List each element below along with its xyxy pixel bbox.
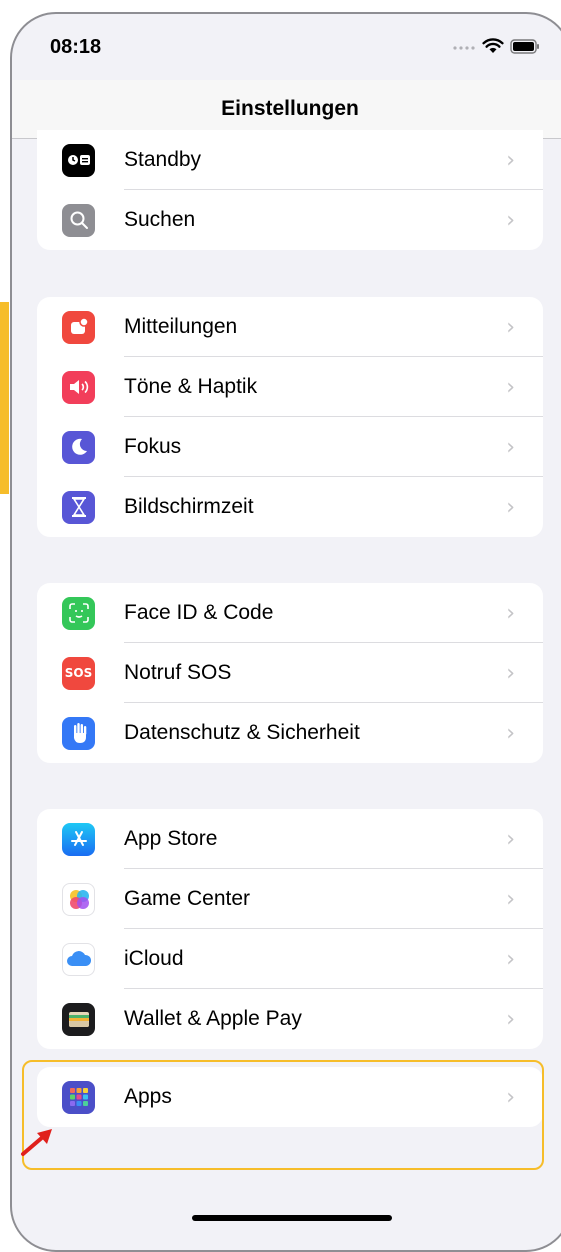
chevron-right-icon: › bbox=[506, 886, 515, 912]
row-label-notruf-sos: Notruf SOS bbox=[124, 661, 232, 684]
settings-row-icloud[interactable]: iCloud › bbox=[37, 929, 543, 989]
row-label-wallet: Wallet & Apple Pay bbox=[124, 1007, 302, 1030]
settings-row-datenschutz[interactable]: Datenschutz & Sicherheit › bbox=[37, 703, 543, 763]
search-icon bbox=[62, 203, 95, 237]
game-center-icon bbox=[62, 882, 95, 916]
page-title: Einstellungen bbox=[221, 97, 359, 120]
face-id-icon bbox=[62, 596, 95, 630]
settings-row-mitteilungen[interactable]: Mitteilungen › bbox=[37, 297, 543, 357]
settings-row-wallet[interactable]: Wallet & Apple Pay › bbox=[37, 989, 543, 1049]
status-time: 08:18 bbox=[50, 36, 102, 58]
status-bar: 08:18 bbox=[12, 14, 561, 80]
row-label-standby: Standby bbox=[124, 148, 202, 171]
icloud-icon bbox=[62, 942, 95, 976]
chevron-right-icon: › bbox=[506, 1006, 515, 1032]
chevron-right-icon: › bbox=[506, 946, 515, 972]
highlight-frame bbox=[22, 1060, 544, 1170]
notifications-icon bbox=[62, 310, 95, 344]
app-store-icon bbox=[62, 822, 95, 856]
cellular-icon bbox=[453, 46, 475, 50]
row-label-app-store: App Store bbox=[124, 827, 218, 850]
settings-row-face-id[interactable]: Face ID & Code › bbox=[37, 583, 543, 643]
settings-row-fokus[interactable]: Fokus › bbox=[37, 417, 543, 477]
chevron-right-icon: › bbox=[506, 374, 515, 400]
row-label-icloud: iCloud bbox=[124, 947, 184, 970]
settings-row-toene-haptik[interactable]: Töne & Haptik › bbox=[37, 357, 543, 417]
row-label-suchen: Suchen bbox=[124, 208, 196, 231]
settings-row-game-center[interactable]: Game Center › bbox=[37, 869, 543, 929]
chevron-right-icon: › bbox=[506, 600, 515, 626]
chevron-right-icon: › bbox=[506, 826, 515, 852]
settings-group-services: App Store › Game Center › iCloud › Walle… bbox=[37, 809, 543, 1049]
settings-row-standby[interactable]: Standby › bbox=[37, 130, 543, 190]
row-label-datenschutz: Datenschutz & Sicherheit bbox=[124, 721, 360, 744]
battery-icon bbox=[510, 38, 539, 54]
home-indicator[interactable] bbox=[192, 1215, 392, 1221]
chevron-right-icon: › bbox=[506, 660, 515, 686]
chevron-right-icon: › bbox=[506, 147, 515, 173]
side-marker bbox=[0, 302, 9, 494]
chevron-right-icon: › bbox=[506, 434, 515, 460]
row-label-bildschirmzeit: Bildschirmzeit bbox=[124, 495, 254, 518]
row-label-game-center: Game Center bbox=[124, 887, 251, 910]
wifi-icon bbox=[482, 38, 504, 53]
row-label-face-id: Face ID & Code bbox=[124, 601, 274, 624]
privacy-hand-icon bbox=[62, 716, 95, 750]
chevron-right-icon: › bbox=[506, 494, 515, 520]
row-label-mitteilungen: Mitteilungen bbox=[124, 315, 238, 338]
standby-icon bbox=[62, 143, 95, 177]
settings-group-system: Standby › Suchen › bbox=[37, 130, 543, 250]
settings-group-security: Face ID & Code › SOS Notruf SOS › Datens… bbox=[37, 583, 543, 763]
status-icons bbox=[452, 38, 540, 54]
row-label-fokus: Fokus bbox=[124, 435, 182, 458]
sound-icon bbox=[62, 370, 95, 404]
sos-icon: SOS bbox=[62, 656, 95, 690]
screen-time-hourglass-icon bbox=[62, 490, 95, 524]
wallet-icon bbox=[62, 1002, 95, 1036]
row-label-toene-haptik: Töne & Haptik bbox=[124, 375, 258, 398]
settings-row-notruf-sos[interactable]: SOS Notruf SOS › bbox=[37, 643, 543, 703]
chevron-right-icon: › bbox=[506, 720, 515, 746]
focus-moon-icon bbox=[62, 430, 95, 464]
settings-group-notifications: Mitteilungen › Töne & Haptik › Fokus › B… bbox=[37, 297, 543, 537]
pointer-arrow-icon bbox=[21, 1129, 52, 1156]
chevron-right-icon: › bbox=[506, 207, 515, 233]
sos-icon-text: SOS bbox=[64, 666, 93, 680]
chevron-right-icon: › bbox=[506, 314, 515, 340]
settings-row-bildschirmzeit[interactable]: Bildschirmzeit › bbox=[37, 477, 543, 537]
settings-row-app-store[interactable]: App Store › bbox=[37, 809, 543, 869]
settings-row-suchen[interactable]: Suchen › bbox=[37, 190, 543, 250]
